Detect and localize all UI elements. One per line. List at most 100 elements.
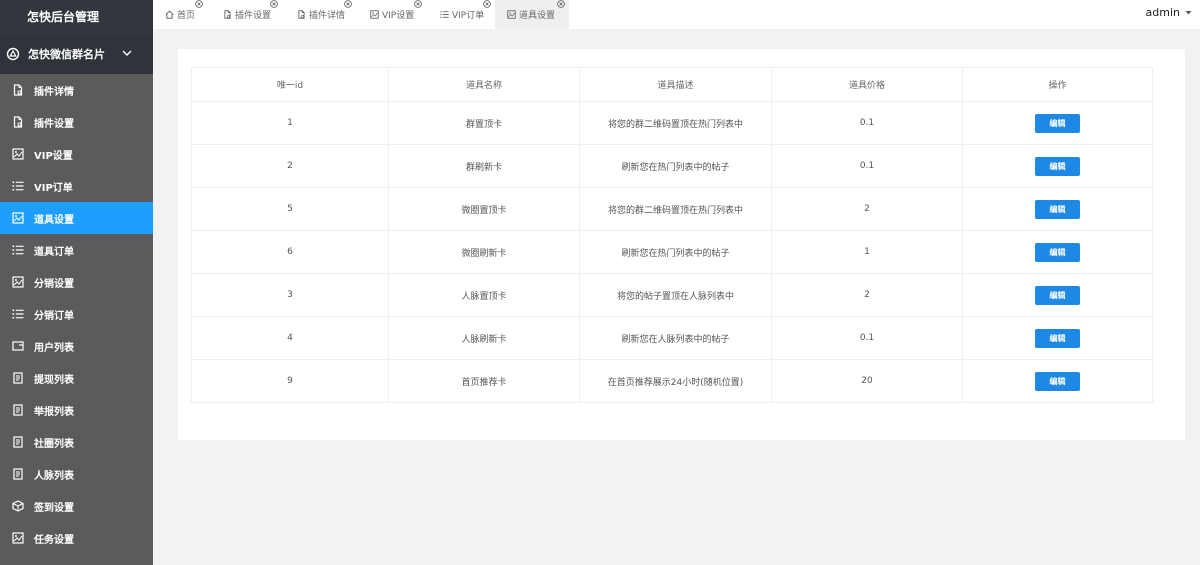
box-icon xyxy=(12,500,24,512)
close-icon[interactable] xyxy=(414,0,422,8)
sidebar-item-3[interactable]: VIP订单 xyxy=(0,170,153,202)
sidebar-item-label: 道具设置 xyxy=(34,214,74,226)
image-icon xyxy=(12,212,24,224)
cell-price: 0.1 xyxy=(771,144,963,188)
tab-label: VIP订单 xyxy=(452,11,485,21)
close-icon[interactable] xyxy=(270,0,278,8)
tab-label: 道具设置 xyxy=(519,11,556,21)
sidebar-item-14[interactable]: 任务设置 xyxy=(0,522,153,554)
tab-label: VIP设置 xyxy=(382,11,415,21)
table-row: 2 群刷新卡 刷新您在热门列表中的帖子 0.1 编辑 xyxy=(191,144,1153,188)
cell-name: 首页推荐卡 xyxy=(388,359,580,403)
close-icon[interactable] xyxy=(344,0,352,8)
user-menu[interactable]: admin xyxy=(1146,6,1192,19)
cell-price: 2 xyxy=(771,187,963,231)
sidebar-group-header[interactable]: 怎快微信群名片 xyxy=(0,34,153,74)
list-icon xyxy=(12,244,24,256)
cell-action: 编辑 xyxy=(962,144,1153,188)
image-icon xyxy=(370,10,379,19)
col-header-desc: 道具描述 xyxy=(579,67,772,102)
content-panel: 唯一id 道具名称 道具描述 道具价格 操作 1 群置顶卡 将您的群二维码置顶在热门… xyxy=(178,49,1185,440)
cell-action: 编辑 xyxy=(962,273,1153,317)
sidebar-item-label: 提现列表 xyxy=(34,374,74,386)
sidebar-item-label: 人脉列表 xyxy=(34,470,74,482)
image-icon xyxy=(507,10,516,19)
sidebar-item-13[interactable]: 签到设置 xyxy=(0,490,153,522)
sidebar-item-9[interactable]: 提现列表 xyxy=(0,362,153,394)
sidebar-item-0[interactable]: 插件详情 xyxy=(0,74,153,106)
image-icon xyxy=(12,276,24,288)
sidebar-item-12[interactable]: 人脉列表 xyxy=(0,458,153,490)
sidebar-item-6[interactable]: 分销设置 xyxy=(0,266,153,298)
image-icon xyxy=(12,148,24,160)
app-title: 怎快后台管理 xyxy=(0,0,153,34)
app-group-icon xyxy=(6,47,20,61)
document-icon xyxy=(12,468,24,480)
cell-desc: 将您的群二维码置顶在热门列表中 xyxy=(579,187,772,231)
close-icon[interactable] xyxy=(557,0,565,8)
sidebar-item-2[interactable]: VIP设置 xyxy=(0,138,153,170)
file-icon xyxy=(12,84,24,96)
cell-action: 编辑 xyxy=(962,101,1153,145)
cell-name: 微圈刷新卡 xyxy=(388,230,580,274)
col-header-name: 道具名称 xyxy=(388,67,580,102)
tab-label: 插件详情 xyxy=(309,11,346,21)
sidebar-item-10[interactable]: 举报列表 xyxy=(0,394,153,426)
document-icon xyxy=(12,372,24,384)
sidebar-item-1[interactable]: 插件设置 xyxy=(0,106,153,138)
top-bar: 首页 插件设置 插件详情 VIP设置 VIP订单 道具设置 admin xyxy=(153,0,1200,29)
table-row: 3 人脉置顶卡 将您的帖子置顶在人脉列表中 2 编辑 xyxy=(191,273,1153,317)
close-icon[interactable] xyxy=(195,0,203,8)
cell-desc: 将您的群二维码置顶在热门列表中 xyxy=(579,101,772,145)
cell-action: 编辑 xyxy=(962,230,1153,274)
cell-desc: 刷新您在热门列表中的帖子 xyxy=(579,144,772,188)
sidebar-item-label: 插件详情 xyxy=(34,86,74,98)
close-icon[interactable] xyxy=(483,0,491,8)
col-header-action: 操作 xyxy=(962,67,1153,102)
sidebar-item-5[interactable]: 道具订单 xyxy=(0,234,153,266)
sidebar-item-4[interactable]: 道具设置 xyxy=(0,202,153,234)
cell-action: 编辑 xyxy=(962,316,1153,360)
sidebar-item-label: 分销设置 xyxy=(34,278,74,290)
cell-id: 3 xyxy=(191,273,389,317)
cell-desc: 刷新您在人脉列表中的帖子 xyxy=(579,316,772,360)
sidebar-item-label: 分销订单 xyxy=(34,310,74,322)
cell-name: 人脉置顶卡 xyxy=(388,273,580,317)
cell-desc: 刷新您在热门列表中的帖子 xyxy=(579,230,772,274)
sidebar-item-8[interactable]: 用户列表 xyxy=(0,330,153,362)
cell-price: 20 xyxy=(771,359,963,403)
cell-action: 编辑 xyxy=(962,359,1153,403)
sidebar-item-label: 任务设置 xyxy=(34,534,74,546)
edit-button[interactable]: 编辑 xyxy=(1035,242,1080,262)
cell-price: 2 xyxy=(771,273,963,317)
edit-button[interactable]: 编辑 xyxy=(1035,199,1080,219)
file-icon xyxy=(12,116,24,128)
props-table: 唯一id 道具名称 道具描述 道具价格 操作 1 群置顶卡 将您的群二维码置顶在热门… xyxy=(191,67,1153,403)
col-header-price: 道具价格 xyxy=(771,67,963,102)
sidebar-group-label: 怎快微信群名片 xyxy=(28,48,105,61)
home-icon xyxy=(165,10,174,19)
document-icon xyxy=(12,404,24,416)
cell-price: 1 xyxy=(771,230,963,274)
card-icon xyxy=(12,340,24,352)
sidebar-item-label: 社圈列表 xyxy=(34,438,74,450)
cell-name: 人脉刷新卡 xyxy=(388,316,580,360)
caret-down-icon xyxy=(1185,9,1192,16)
sidebar-item-label: VIP设置 xyxy=(34,150,73,162)
chevron-down-icon xyxy=(121,47,133,59)
edit-button[interactable]: 编辑 xyxy=(1035,156,1080,176)
table-row: 9 首页推荐卡 在首页推荐展示24小时(随机位置) 20 编辑 xyxy=(191,359,1153,403)
edit-button[interactable]: 编辑 xyxy=(1035,328,1080,348)
cell-id: 6 xyxy=(191,230,389,274)
sidebar-item-11[interactable]: 社圈列表 xyxy=(0,426,153,458)
sidebar-item-label: 插件设置 xyxy=(34,118,74,130)
sidebar-item-label: 用户列表 xyxy=(34,342,74,354)
sidebar-item-label: 签到设置 xyxy=(34,502,74,514)
sidebar-item-7[interactable]: 分销订单 xyxy=(0,298,153,330)
table-row: 1 群置顶卡 将您的群二维码置顶在热门列表中 0.1 编辑 xyxy=(191,101,1153,145)
list-icon xyxy=(12,180,24,192)
table-header-row: 唯一id 道具名称 道具描述 道具价格 操作 xyxy=(191,67,1153,102)
edit-button[interactable]: 编辑 xyxy=(1035,371,1080,391)
edit-button[interactable]: 编辑 xyxy=(1035,285,1080,305)
edit-button[interactable]: 编辑 xyxy=(1035,113,1080,133)
